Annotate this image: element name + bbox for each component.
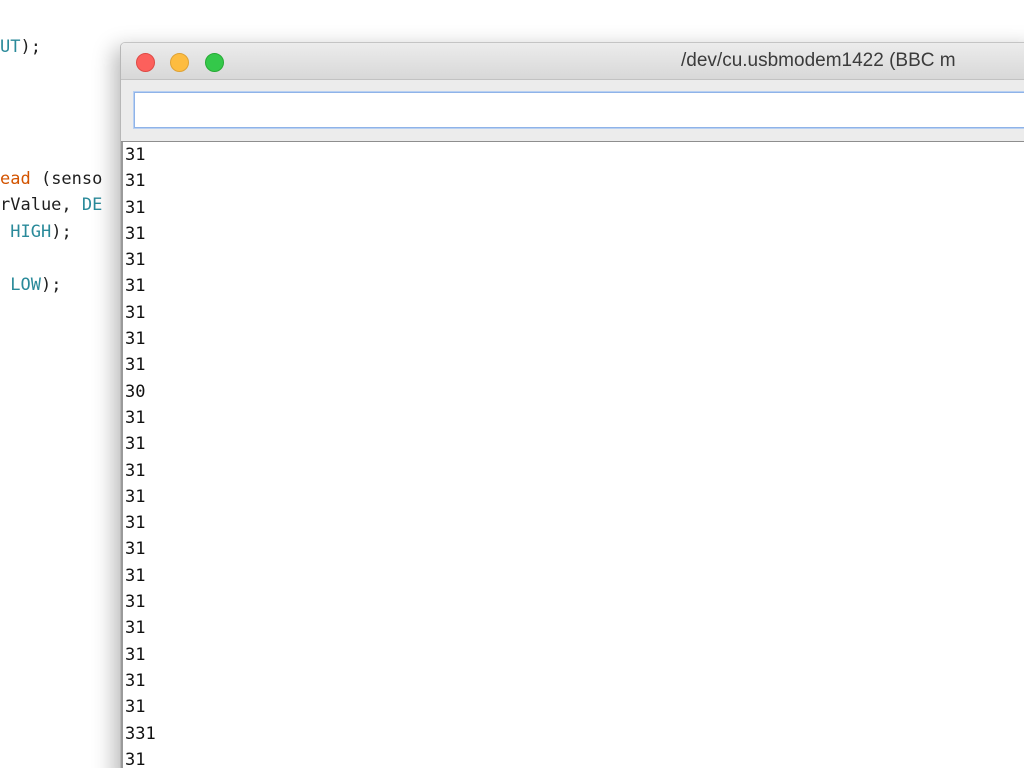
serial-output-line: 31 [125, 145, 146, 165]
serial-output-line: 31 [125, 197, 146, 218]
serial-output-line: 31 [125, 486, 146, 507]
serial-output-line: 31 [125, 644, 146, 665]
send-toolbar [121, 80, 1024, 142]
serial-output-line: 31 [125, 697, 146, 718]
serial-output-line: 31 [125, 329, 146, 350]
serial-output-line: 331 [125, 723, 156, 744]
code-line: rValue, DE [0, 192, 102, 218]
serial-output-line: 31 [125, 592, 146, 613]
serial-output-area[interactable]: 31 31 31 31 31 31 31 31 31 30 31 31 31 31 31 31 31 31 31 31… [121, 142, 1024, 768]
serial-output-line: 31 [125, 539, 146, 560]
code-token: HIGH [10, 222, 52, 242]
code-line: UT); [0, 34, 41, 60]
maximize-window-button[interactable] [205, 53, 224, 72]
code-token: (senso [30, 169, 103, 189]
serial-output-line: 31 [125, 355, 146, 376]
code-token: ead [0, 169, 31, 189]
minimize-window-button[interactable] [170, 53, 189, 72]
code-token: ); [20, 37, 41, 57]
serial-output-line: 31 [125, 618, 146, 639]
code-token: UT [0, 37, 21, 57]
code-token: ); [51, 222, 72, 242]
close-window-button[interactable] [136, 53, 155, 72]
serial-send-input[interactable] [134, 92, 1024, 128]
serial-output-line: 31 [125, 407, 146, 428]
serial-output-line: 31 [125, 276, 146, 297]
serial-output-line: 31 [125, 223, 146, 244]
serial-output-line: 31 [125, 565, 146, 586]
code-line: LOW); [0, 272, 61, 298]
serial-output-line: 30 [125, 381, 146, 402]
serial-output-line: 31 [125, 670, 146, 691]
serial-output-line: 31 [125, 434, 146, 455]
code-token: LOW [10, 275, 41, 295]
code-token: ); [40, 275, 62, 295]
serial-output-line: 31 [125, 460, 146, 481]
window-title: /dev/cu.usbmodem1422 (BBC m [681, 50, 956, 71]
code-token: DE [81, 195, 103, 215]
serial-output-line: 31 [125, 171, 146, 192]
code-token: rValue, [0, 195, 82, 215]
serial-output-line: 31 [125, 513, 146, 534]
serial-output-line: 31 [125, 302, 146, 323]
serial-output-line: 31 [125, 250, 146, 271]
code-line: HIGH); [0, 219, 72, 245]
serial-monitor-window: /dev/cu.usbmodem1422 (BBC m 31 31 31 31 31 31… [120, 42, 1024, 768]
code-line: ead (senso [0, 166, 102, 192]
serial-output-line: 31 [125, 749, 146, 768]
title-bar[interactable]: /dev/cu.usbmodem1422 (BBC m [121, 43, 1024, 80]
